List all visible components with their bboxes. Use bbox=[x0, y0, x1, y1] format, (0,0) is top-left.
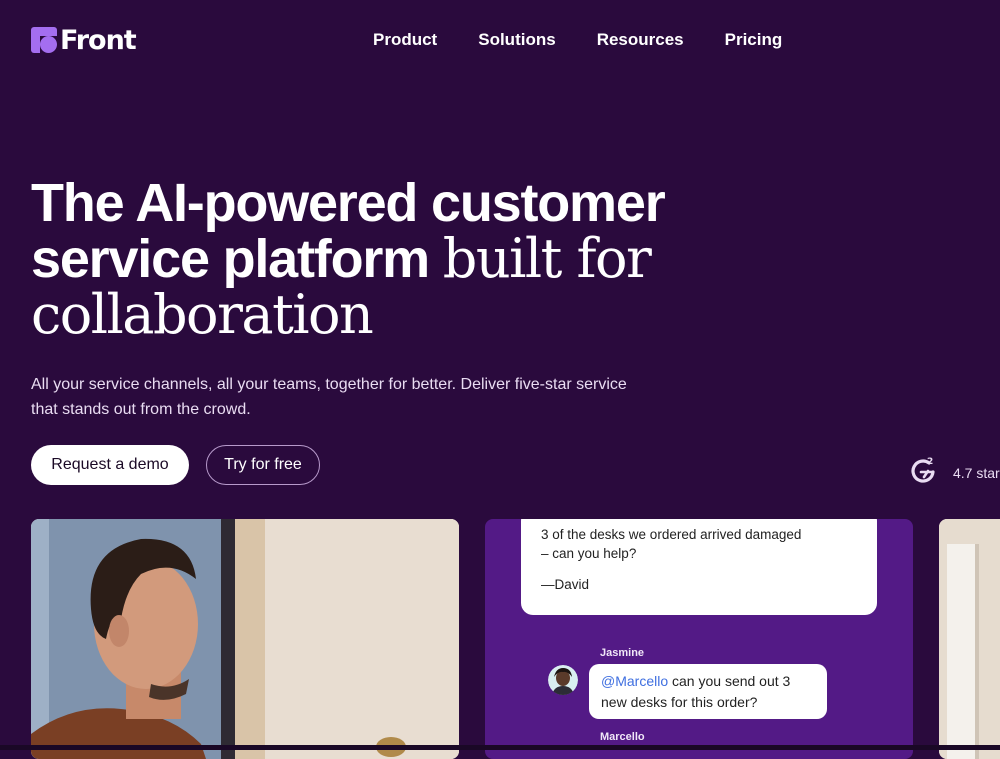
customer-message-line-2: – can you help? bbox=[541, 546, 637, 561]
partial-photo bbox=[939, 519, 1000, 759]
nav-resources[interactable]: Resources bbox=[597, 30, 684, 50]
partial-photo-card bbox=[939, 519, 1000, 759]
reply-message: @Marcello can you send out 3 new desks f… bbox=[589, 664, 827, 719]
hero-subtitle-line-1: All your service channels, all your team… bbox=[31, 376, 627, 393]
hero-title-line-2: service platform built for bbox=[31, 231, 731, 287]
hero-title-line-1: The AI-powered customer bbox=[31, 173, 666, 233]
brand-name: Front bbox=[60, 24, 137, 56]
hero-title-line-3: collaboration bbox=[31, 283, 374, 346]
g2-rating: 2 4.7 star bbox=[908, 455, 1000, 490]
reply-text-a: can you send out 3 bbox=[668, 673, 791, 689]
g2-icon: 2 bbox=[908, 455, 938, 490]
customer-message: 3 of the desks we ordered arrived damage… bbox=[521, 519, 877, 615]
nav-pricing[interactable]: Pricing bbox=[725, 30, 783, 50]
hero-title-line-2-serif: built for bbox=[442, 227, 652, 290]
hero-title: The AI-powered customer service platform… bbox=[31, 173, 731, 346]
front-logo[interactable]: Front bbox=[31, 24, 137, 56]
rating-text: 4.7 star bbox=[953, 464, 1000, 481]
hero-subtitle: All your service channels, all your team… bbox=[31, 372, 731, 422]
agent-photo bbox=[31, 519, 459, 759]
conversation-preview-card: 3 of the desks we ordered arrived damage… bbox=[485, 519, 913, 759]
try-for-free-button[interactable]: Try for free bbox=[206, 445, 320, 485]
svg-text:2: 2 bbox=[927, 457, 933, 467]
page-edge bbox=[0, 745, 1000, 750]
nav-solutions[interactable]: Solutions bbox=[478, 30, 555, 50]
customer-photo-card bbox=[31, 519, 459, 759]
next-author: Marcello bbox=[600, 731, 645, 743]
hero-title-line-2-sans: service platform bbox=[31, 229, 430, 289]
nav-product[interactable]: Product bbox=[373, 30, 437, 50]
customer-message-line-1: 3 of the desks we ordered arrived damage… bbox=[541, 527, 802, 542]
front-logo-icon bbox=[31, 27, 57, 53]
primary-nav: Product Solutions Resources Pricing bbox=[373, 30, 782, 50]
request-demo-button[interactable]: Request a demo bbox=[31, 445, 189, 485]
reply-text-b: new desks for this order? bbox=[601, 694, 758, 710]
hero-subtitle-line-2: that stands out from the crowd. bbox=[31, 401, 251, 418]
top-navigation: Front Product Solutions Resources Pricin… bbox=[0, 0, 1000, 80]
reply-author: Jasmine bbox=[600, 647, 645, 659]
mention-tag[interactable]: @Marcello bbox=[601, 673, 668, 689]
customer-signature: —David bbox=[541, 577, 590, 592]
avatar bbox=[548, 665, 578, 695]
